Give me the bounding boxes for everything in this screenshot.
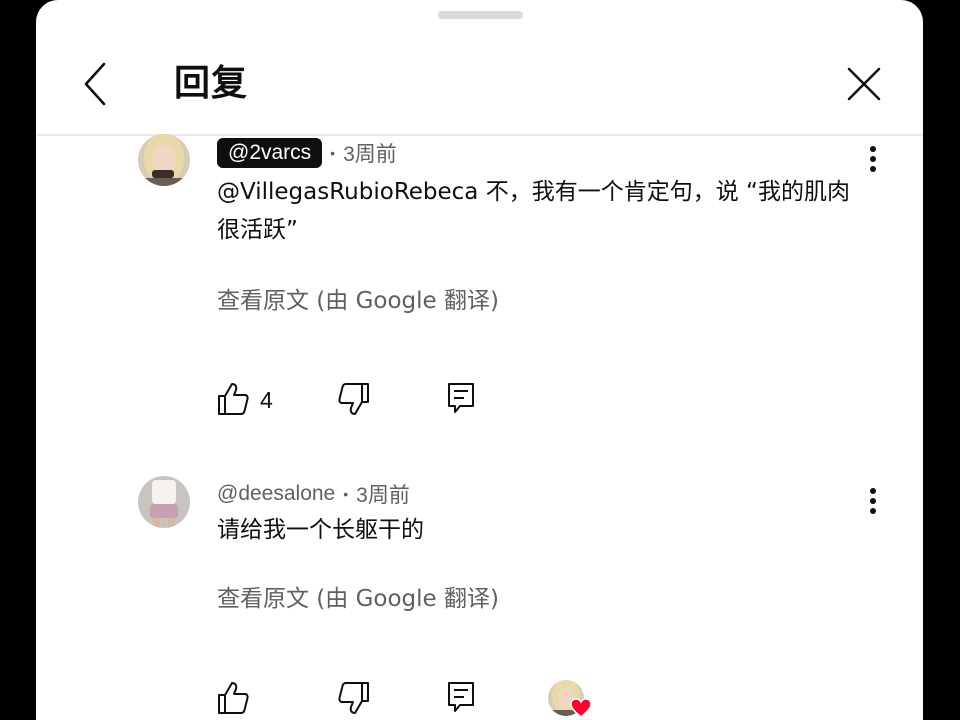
thumb-up-icon: [218, 383, 249, 415]
thumb-up-icon: [218, 682, 249, 714]
comment-text: 请给我一个长躯干的: [217, 517, 424, 543]
see-original-link[interactable]: 查看原文 (由 Google 翻译): [217, 579, 499, 613]
like-button[interactable]: [216, 680, 250, 720]
back-button[interactable]: [76, 60, 120, 108]
comment-time: 3周前: [356, 484, 410, 507]
author-handle[interactable]: @2varcs: [217, 138, 323, 168]
reply-button[interactable]: [446, 381, 476, 422]
dislike-button[interactable]: [337, 381, 371, 422]
author-handle[interactable]: @deesalone: [217, 482, 335, 506]
creator-heart: [570, 697, 592, 719]
close-icon: [847, 67, 881, 101]
dislike-button[interactable]: [337, 680, 371, 720]
header: 回复: [36, 0, 923, 135]
heart-icon: [570, 698, 592, 718]
avatar-image: [138, 476, 190, 528]
like-count: 4: [260, 387, 273, 413]
reply-icon: [448, 383, 474, 413]
comment-text: @VillegasRubioRebeca 不，我有一个肯定句，说 “我的肌肉很活…: [217, 179, 850, 243]
avatar[interactable]: [138, 476, 190, 528]
meta-separator: •: [330, 145, 336, 161]
thumb-down-icon: [338, 682, 369, 714]
replies-sheet: 回复 @2varcs • 3周前 @VillegasRubioRebeca 不，…: [36, 0, 923, 720]
comment-meta: @2varcs • 3周前: [217, 138, 397, 168]
like-button[interactable]: [216, 381, 250, 422]
reply-icon: [448, 682, 474, 712]
see-original-link[interactable]: 查看原文 (由 Google 翻译): [217, 281, 499, 315]
avatar[interactable]: [138, 134, 190, 186]
back-icon: [84, 62, 106, 106]
close-button[interactable]: [844, 64, 884, 104]
comment-time: 3周前: [343, 143, 397, 166]
comment-meta: @deesalone • 3周前: [217, 479, 410, 509]
reply-button[interactable]: [446, 680, 476, 720]
meta-separator: •: [343, 486, 349, 502]
avatar-image: [138, 134, 190, 186]
thumb-down-icon: [338, 383, 369, 415]
page-title: 回复: [174, 63, 249, 104]
